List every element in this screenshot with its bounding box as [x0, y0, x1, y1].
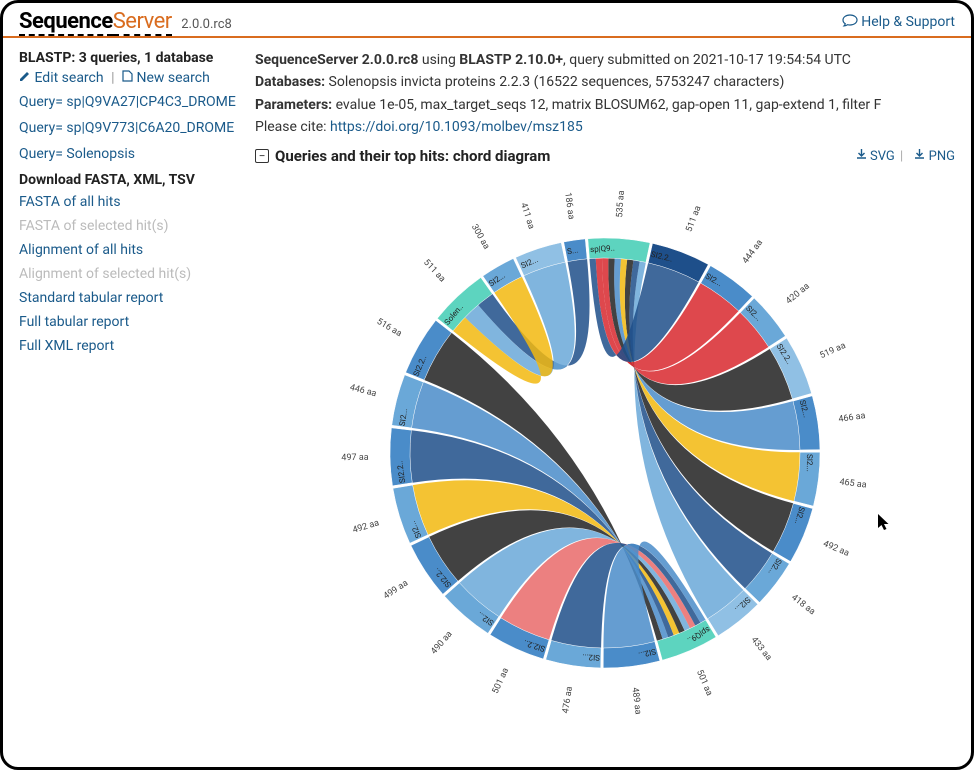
- download-full-xml[interactable]: Full XML report: [19, 338, 239, 354]
- download-alignment-selected: Alignment of selected hit(s): [19, 266, 239, 282]
- help-link[interactable]: Help & Support: [842, 14, 955, 30]
- pencil-icon: [19, 70, 31, 82]
- download-png-link[interactable]: PNG: [914, 149, 955, 164]
- chord-diagram[interactable]: 535 aasp|Q9..511 aaSI2.2..444 aaSI2...42…: [325, 173, 885, 733]
- app-header: SequenceServer 2.0.0.rc8 Help & Support: [3, 3, 971, 38]
- logo-sequence: Sequence: [19, 9, 113, 36]
- logo-server: Server: [113, 9, 172, 36]
- collapse-toggle[interactable]: −: [255, 149, 269, 163]
- query-link-1[interactable]: Query= sp|Q9V773|C6A20_DROME: [19, 120, 239, 136]
- download-icon: [856, 149, 867, 160]
- section-header: − Queries and their top hits: chord diag…: [255, 147, 955, 165]
- download-fasta-all[interactable]: FASTA of all hits: [19, 194, 239, 210]
- download-std-tabular[interactable]: Standard tabular report: [19, 290, 239, 306]
- separator: |: [111, 70, 114, 86]
- cite-link[interactable]: https://doi.org/10.1093/molbev/msz185: [330, 119, 583, 135]
- comment-icon: [842, 14, 858, 28]
- download-fasta-selected: FASTA of selected hit(s): [19, 218, 239, 234]
- query-link-2[interactable]: Query= Solenopsis: [19, 146, 239, 162]
- run-metadata: SequenceServer 2.0.0.rc8 using BLASTP 2.…: [255, 50, 955, 137]
- help-label: Help & Support: [861, 14, 955, 30]
- query-link-0[interactable]: Query= sp|Q9VA27|CP4C3_DROME: [19, 94, 239, 110]
- chord-arc-label: sp|Q9..: [589, 243, 614, 254]
- download-alignment-all[interactable]: Alignment of all hits: [19, 242, 239, 258]
- content: SequenceServer 2.0.0.rc8 using BLASTP 2.…: [247, 38, 971, 733]
- sidebar: BLASTP: 3 queries, 1 database Edit searc…: [3, 38, 247, 733]
- sidebar-title: BLASTP: 3 queries, 1 database: [19, 50, 239, 66]
- section-title: Queries and their top hits: chord diagra…: [275, 147, 550, 165]
- edit-search-link[interactable]: Edit search: [19, 70, 107, 86]
- chord-length-label: 497 aa: [341, 452, 368, 462]
- download-heading: Download FASTA, XML, TSV: [19, 172, 239, 188]
- download-icon: [914, 149, 925, 160]
- chord-arc-label: SI2...: [805, 453, 814, 471]
- file-icon: [122, 70, 133, 82]
- new-search-link[interactable]: New search: [122, 70, 210, 86]
- version-label: 2.0.0.rc8: [181, 17, 232, 32]
- download-full-tabular[interactable]: Full tabular report: [19, 314, 239, 330]
- chord-arc-label: SI2...: [582, 652, 600, 662]
- logo: SequenceServer 2.0.0.rc8: [19, 9, 232, 34]
- download-svg-link[interactable]: SVG: [856, 149, 898, 164]
